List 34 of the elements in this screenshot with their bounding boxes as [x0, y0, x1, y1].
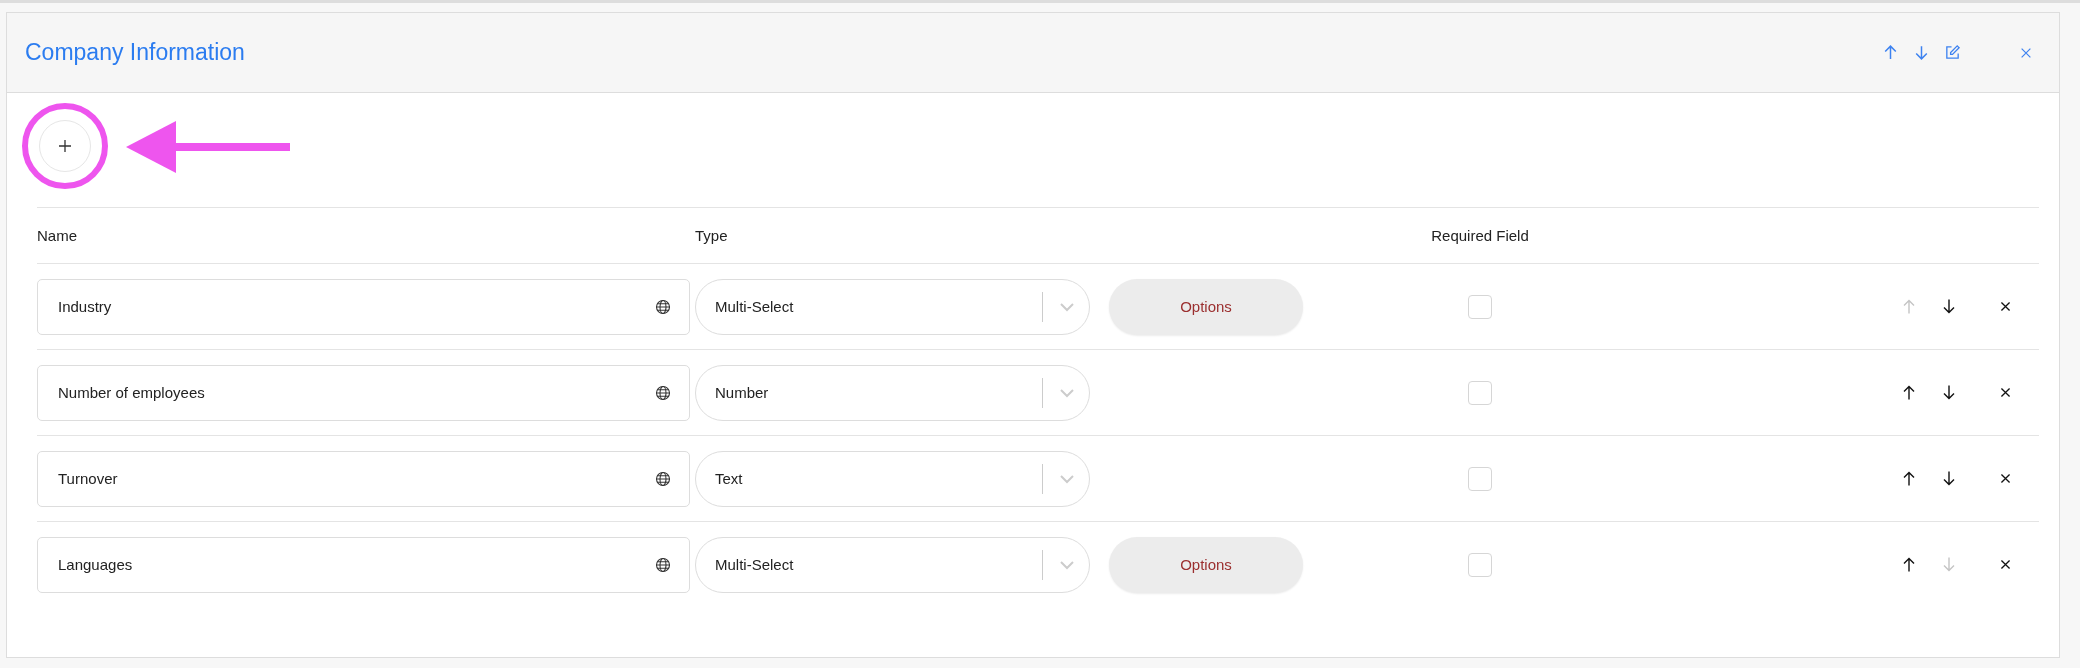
arrow-down-icon[interactable]	[1941, 298, 1957, 315]
required-checkbox[interactable]	[1468, 552, 1492, 577]
globe-icon[interactable]	[655, 470, 671, 487]
chevron-down-icon	[1059, 473, 1075, 484]
column-header: Type	[695, 227, 729, 244]
column-header: Name	[37, 227, 78, 244]
arrow-up-icon[interactable]	[1901, 384, 1917, 401]
close-icon[interactable]	[1999, 472, 2012, 485]
close-icon[interactable]	[1999, 300, 2012, 313]
plus-icon	[58, 139, 72, 153]
name-input-field[interactable]: Turnover	[37, 450, 690, 507]
edit-icon[interactable]	[1944, 44, 1961, 61]
chevron-down-icon	[1059, 559, 1075, 570]
required-checkbox[interactable]	[1468, 466, 1492, 491]
close-icon[interactable]	[1999, 386, 2012, 399]
required-checkbox[interactable]	[1468, 380, 1492, 405]
chevron-down-icon	[1059, 387, 1075, 398]
options-button[interactable]: Options	[1109, 536, 1303, 593]
arrow-down-icon[interactable]	[1941, 384, 1957, 401]
chevron-down-icon	[1059, 301, 1075, 312]
panel-title: Company Information	[25, 39, 245, 66]
name-input-field[interactable]: Industry	[37, 278, 690, 335]
column-header: Required Field	[1430, 227, 1530, 244]
globe-icon[interactable]	[655, 384, 671, 401]
arrow-down-icon[interactable]	[1941, 470, 1957, 487]
name-input-field[interactable]: Languages	[37, 536, 690, 593]
arrow-up-icon[interactable]	[1901, 470, 1917, 487]
globe-icon[interactable]	[655, 298, 671, 315]
close-icon[interactable]	[1999, 558, 2012, 571]
arrow-up-icon[interactable]	[1901, 556, 1917, 573]
globe-icon[interactable]	[655, 556, 671, 573]
name-input-field[interactable]: Number of employees	[37, 364, 690, 421]
options-button[interactable]: Options	[1109, 278, 1303, 335]
required-checkbox[interactable]	[1468, 294, 1492, 319]
